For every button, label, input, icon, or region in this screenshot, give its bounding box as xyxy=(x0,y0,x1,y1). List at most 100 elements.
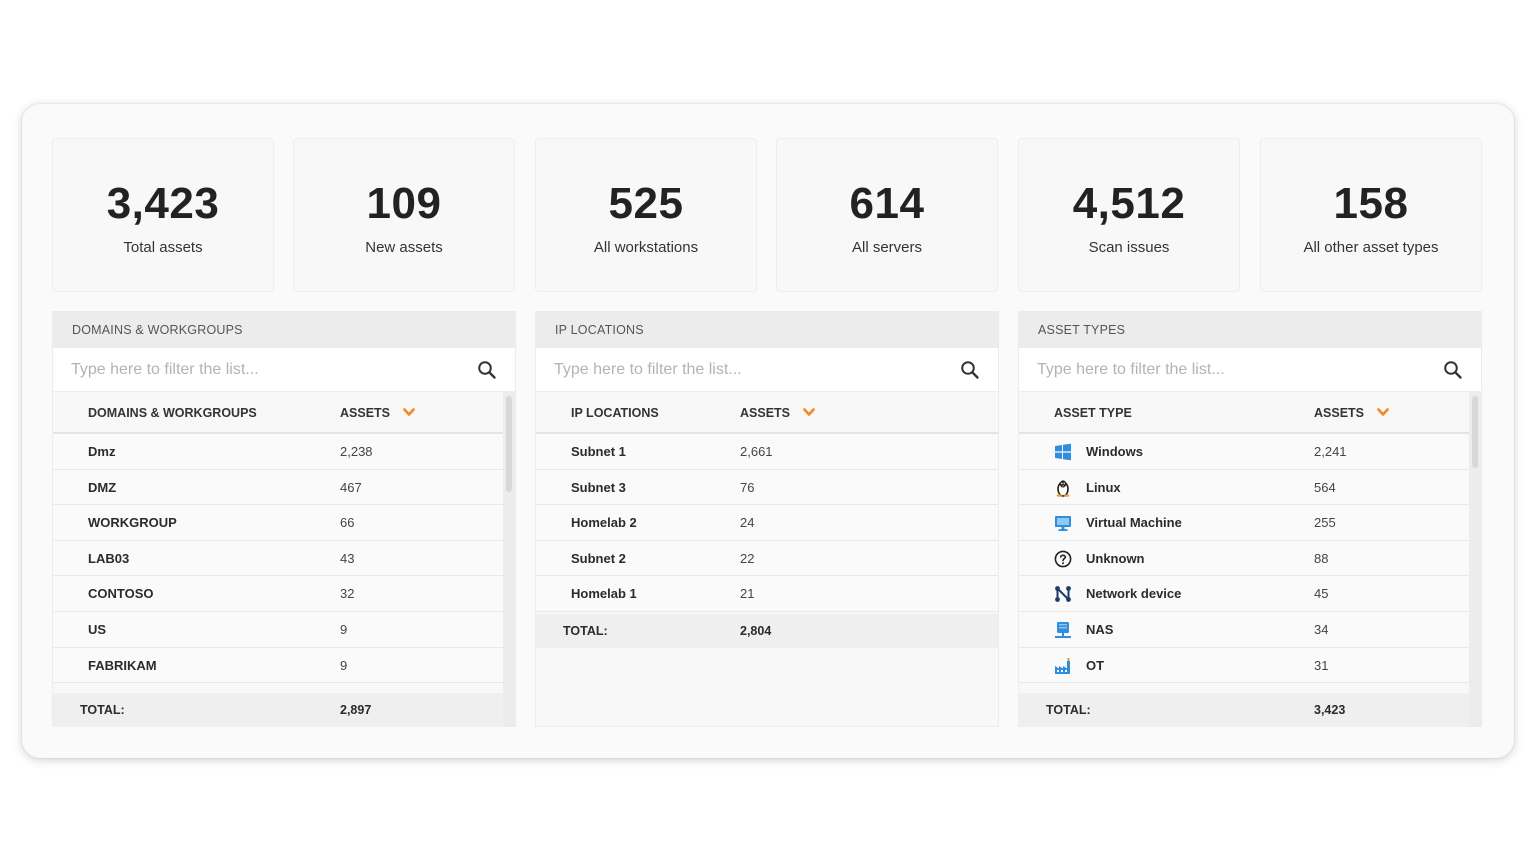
table-row[interactable]: Homelab 2 24 xyxy=(536,505,998,541)
ot-icon xyxy=(1055,657,1070,674)
table-row[interactable]: Subnet 2 22 xyxy=(536,540,998,577)
row-assets: 22 xyxy=(740,550,755,566)
stat-label: All servers xyxy=(851,239,922,256)
row-name: Homelab 1 xyxy=(571,586,637,602)
stat-label: All workstations xyxy=(593,239,699,256)
search-icon[interactable] xyxy=(1443,360,1463,380)
row-name: Unknown xyxy=(1086,550,1145,566)
ip-locations-table: IP LOCATIONS ASSETS Subnet 1 2,661 Subnet… xyxy=(536,392,998,612)
ip-filter-input[interactable] xyxy=(536,348,998,392)
row-assets: 2,661 xyxy=(740,444,773,459)
table-row[interactable]: FABRIKAM 9 xyxy=(53,647,515,684)
table-row[interactable]: Unknown 88 xyxy=(1019,540,1481,577)
total-label: TOTAL: xyxy=(80,703,125,717)
column-header-assets[interactable]: ASSETS xyxy=(340,392,390,434)
row-assets: 564 xyxy=(1314,479,1336,495)
stat-scan-issues[interactable]: 4,512 Scan issues xyxy=(1018,138,1240,292)
stat-value: 158 xyxy=(1333,179,1409,228)
ip-locations-panel: IP LOCATIONS IP LOCATIONS ASSETS Subnet … xyxy=(535,311,999,727)
panel-title: DOMAINS & WORKGROUPS xyxy=(53,312,515,348)
row-assets: 9 xyxy=(340,621,348,637)
filter-bar xyxy=(1019,348,1481,392)
asset-types-filter-input[interactable] xyxy=(1019,348,1481,392)
chevron-down-icon[interactable] xyxy=(803,407,815,417)
row-name: OT xyxy=(1086,657,1105,673)
unknown-icon xyxy=(1054,550,1072,568)
row-name: LAB03 xyxy=(88,550,130,566)
row-assets: 32 xyxy=(340,586,355,602)
linux-icon xyxy=(1056,479,1070,497)
total-label: TOTAL: xyxy=(563,624,608,638)
stat-value: 525 xyxy=(608,179,684,228)
table-row[interactable]: US 9 xyxy=(53,611,515,648)
column-header-name[interactable]: ASSET TYPE xyxy=(1054,392,1132,434)
row-assets: 467 xyxy=(340,479,362,495)
virtual-machine-icon xyxy=(1055,516,1071,532)
row-name: Dmz xyxy=(88,444,116,459)
row-assets: 255 xyxy=(1314,515,1336,531)
column-header-name[interactable]: DOMAINS & WORKGROUPS xyxy=(88,392,257,434)
row-assets: 43 xyxy=(340,550,355,566)
domains-table: DOMAINS & WORKGROUPS ASSETS Dmz 2,238 DMZ… xyxy=(53,392,515,684)
row-name: Windows xyxy=(1086,444,1143,459)
network-device-icon xyxy=(1055,586,1071,603)
row-assets: 34 xyxy=(1314,621,1329,637)
filter-bar xyxy=(536,348,998,392)
domains-panel: DOMAINS & WORKGROUPS DOMAINS & WORKGROUP… xyxy=(52,311,516,727)
stat-label: All other asset types xyxy=(1303,239,1439,256)
total-value: 2,897 xyxy=(340,703,372,717)
scrollbar-thumb[interactable] xyxy=(1472,396,1478,468)
stat-total-assets[interactable]: 3,423 Total assets xyxy=(52,138,274,292)
column-header-assets[interactable]: ASSETS xyxy=(1314,392,1364,434)
stat-label: Scan issues xyxy=(1088,239,1170,256)
row-name: US xyxy=(88,621,107,637)
search-icon[interactable] xyxy=(960,360,980,380)
row-assets: 31 xyxy=(1314,657,1329,673)
row-name: Linux xyxy=(1086,479,1121,495)
table-row[interactable]: DMZ 467 xyxy=(53,469,515,506)
row-assets: 76 xyxy=(740,479,755,495)
table-row[interactable]: Subnet 3 76 xyxy=(536,469,998,506)
chevron-down-icon[interactable] xyxy=(403,407,415,417)
domains-filter-input[interactable] xyxy=(53,348,515,392)
stat-all-servers[interactable]: 614 All servers xyxy=(776,138,998,292)
table-row[interactable]: Windows 2,241 xyxy=(1019,434,1481,470)
scrollbar[interactable] xyxy=(503,392,515,726)
table-row[interactable]: Homelab 1 21 xyxy=(536,576,998,612)
row-name: FABRIKAM xyxy=(88,657,157,673)
stat-all-workstations[interactable]: 525 All workstations xyxy=(535,138,757,292)
scrollbar-thumb[interactable] xyxy=(506,396,512,492)
panel-title: IP LOCATIONS xyxy=(536,312,998,348)
nas-icon xyxy=(1055,621,1071,638)
table-row[interactable]: Network device 45 xyxy=(1019,576,1481,612)
stat-other-asset-types[interactable]: 158 All other asset types xyxy=(1260,138,1482,292)
scrollbar[interactable] xyxy=(1469,392,1481,726)
table-header: ASSET TYPE ASSETS xyxy=(1019,392,1481,434)
table-row[interactable]: WORKGROUP 66 xyxy=(53,505,515,541)
stat-label: Total assets xyxy=(123,239,203,256)
table-row[interactable]: CONTOSO 32 xyxy=(53,576,515,612)
column-header-assets[interactable]: ASSETS xyxy=(740,392,790,434)
search-icon[interactable] xyxy=(477,360,497,380)
table-row[interactable]: Dmz 2,238 xyxy=(53,434,515,470)
row-name: WORKGROUP xyxy=(88,515,177,531)
chevron-down-icon[interactable] xyxy=(1377,407,1389,417)
table-row[interactable]: LAB03 43 xyxy=(53,540,515,577)
table-row[interactable]: Virtual Machine 255 xyxy=(1019,505,1481,541)
table-header: IP LOCATIONS ASSETS xyxy=(536,392,998,434)
row-name: Homelab 2 xyxy=(571,515,637,531)
table-row[interactable]: Subnet 1 2,661 xyxy=(536,434,998,470)
stat-label: New assets xyxy=(365,239,443,256)
table-header: DOMAINS & WORKGROUPS ASSETS xyxy=(53,392,515,434)
row-assets: 9 xyxy=(340,657,348,673)
table-row[interactable]: OT 31 xyxy=(1019,647,1481,684)
table-row[interactable]: NAS 34 xyxy=(1019,611,1481,648)
table-row[interactable]: Linux 564 xyxy=(1019,469,1481,506)
row-name: Virtual Machine xyxy=(1086,515,1182,531)
row-name: NAS xyxy=(1086,621,1114,637)
stat-value: 109 xyxy=(366,179,442,228)
column-header-name[interactable]: IP LOCATIONS xyxy=(571,392,659,434)
stat-new-assets[interactable]: 109 New assets xyxy=(293,138,515,292)
stat-value: 614 xyxy=(849,179,925,228)
table-total-row: TOTAL: 2,897 xyxy=(53,693,503,727)
